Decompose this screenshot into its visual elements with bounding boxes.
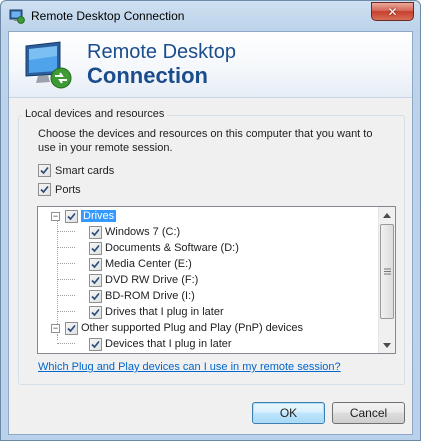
tree-node-label: Drives that I plug in later bbox=[105, 306, 224, 318]
tree-connector bbox=[57, 263, 75, 264]
tree-node-drive[interactable]: Drives that I plug in later bbox=[89, 304, 224, 320]
tree-connector bbox=[57, 247, 75, 248]
scroll-down-button[interactable] bbox=[379, 337, 395, 353]
pnp-help-link[interactable]: Which Plug and Play devices can I use in… bbox=[38, 361, 341, 373]
remote-desktop-logo-icon bbox=[24, 40, 76, 90]
tree-connector bbox=[57, 343, 75, 344]
tree-node-label: Windows 7 (C:) bbox=[105, 226, 181, 238]
checkbox-checked-icon[interactable] bbox=[89, 225, 102, 239]
checkbox-checked-icon[interactable] bbox=[65, 321, 78, 335]
arrow-up-icon bbox=[383, 212, 391, 218]
tree-node-label: Documents & Software (D:) bbox=[105, 242, 239, 254]
close-icon: ✕ bbox=[387, 4, 398, 19]
banner-title-line1: Remote Desktop bbox=[87, 41, 236, 63]
checkbox-checked-icon[interactable] bbox=[65, 209, 78, 223]
collapse-icon[interactable]: − bbox=[51, 211, 60, 221]
group-label: Local devices and resources bbox=[22, 108, 168, 120]
checkbox-checked-icon[interactable] bbox=[89, 337, 102, 351]
tree-node-device[interactable]: Devices that I plug in later bbox=[89, 336, 232, 352]
ports-label: Ports bbox=[55, 183, 81, 196]
checkbox-checked-icon[interactable] bbox=[89, 289, 102, 303]
ok-button[interactable]: OK bbox=[252, 402, 325, 424]
checkbox-checked-icon[interactable] bbox=[89, 257, 102, 271]
tree-node-label: Media Center (E:) bbox=[105, 258, 192, 270]
tree-node-pnp[interactable]: − Other supported Plug and Play (PnP) de… bbox=[51, 320, 303, 336]
grip-icon bbox=[383, 268, 391, 275]
tree-connector bbox=[57, 231, 75, 232]
tree-connector bbox=[57, 311, 75, 312]
client-area: Remote Desktop Connection Local devices … bbox=[8, 31, 413, 435]
tree-node-label: BD-ROM Drive (I:) bbox=[105, 290, 195, 302]
tree-node-label: Devices that I plug in later bbox=[105, 338, 232, 350]
tree-node-drives[interactable]: − Drives bbox=[51, 208, 117, 224]
window-title: Remote Desktop Connection bbox=[31, 9, 185, 23]
tree-node-label: DVD RW Drive (F:) bbox=[105, 274, 199, 286]
checkbox-checked-icon bbox=[38, 183, 51, 196]
tree-node-label: Drives bbox=[81, 210, 117, 222]
cancel-button[interactable]: Cancel bbox=[332, 402, 405, 424]
tree-node-drive[interactable]: Documents & Software (D:) bbox=[89, 240, 239, 256]
title-bar[interactable]: Remote Desktop Connection ✕ bbox=[1, 1, 420, 31]
tree-node-label: Other supported Plug and Play (PnP) devi… bbox=[81, 322, 303, 334]
device-tree[interactable]: − Drives Windows 7 (C:) Documents & Soft… bbox=[37, 206, 396, 354]
tree-connector bbox=[57, 295, 75, 296]
smart-cards-checkbox[interactable]: Smart cards bbox=[38, 164, 114, 177]
checkbox-checked-icon[interactable] bbox=[89, 305, 102, 319]
smart-cards-label: Smart cards bbox=[55, 164, 115, 177]
ports-checkbox[interactable]: Ports bbox=[38, 183, 81, 196]
banner-title-line2: Connection bbox=[87, 63, 208, 88]
arrow-down-icon bbox=[383, 342, 391, 348]
tree-connector bbox=[57, 279, 75, 280]
dialog-window: Remote Desktop Connection ✕ Remote Deskt… bbox=[0, 0, 421, 441]
scroll-up-button[interactable] bbox=[379, 207, 395, 223]
checkbox-checked-icon[interactable] bbox=[89, 241, 102, 255]
collapse-icon[interactable]: − bbox=[51, 323, 60, 333]
checkbox-checked-icon[interactable] bbox=[89, 273, 102, 287]
tree-node-drive[interactable]: Windows 7 (C:) bbox=[89, 224, 180, 240]
tree-node-drive[interactable]: DVD RW Drive (F:) bbox=[89, 272, 198, 288]
close-button[interactable]: ✕ bbox=[371, 2, 414, 21]
button-bar: OK Cancel bbox=[9, 385, 412, 435]
remote-desktop-app-icon bbox=[9, 8, 25, 24]
scroll-thumb[interactable] bbox=[380, 224, 394, 319]
group-description: Choose the devices and resources on this… bbox=[38, 128, 373, 154]
tree-node-drive[interactable]: BD-ROM Drive (I:) bbox=[89, 288, 195, 304]
tree-node-drive[interactable]: Media Center (E:) bbox=[89, 256, 192, 272]
checkbox-checked-icon bbox=[38, 164, 51, 177]
banner: Remote Desktop Connection bbox=[9, 32, 412, 98]
tree-scrollbar[interactable] bbox=[378, 207, 395, 353]
